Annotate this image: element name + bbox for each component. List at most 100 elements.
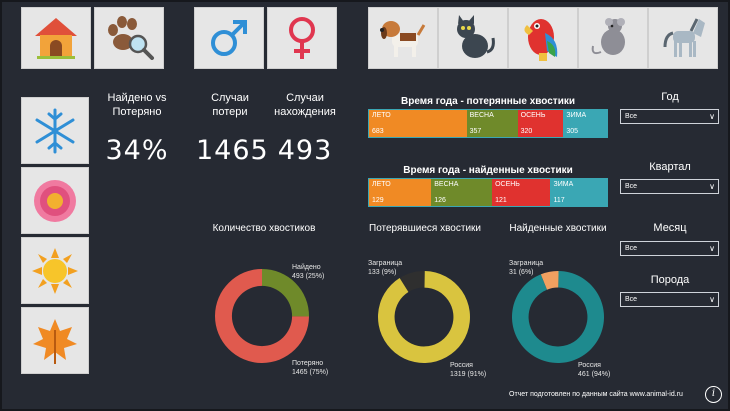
- cat-icon: [457, 15, 495, 58]
- male-icon: [211, 20, 247, 56]
- found-vs-lost-value: 34%: [105, 135, 169, 166]
- chevron-down-icon: ∨: [709, 112, 715, 121]
- count-lost-value: 1465 (75%): [292, 369, 329, 376]
- parrot-filter-tile[interactable]: [508, 7, 578, 69]
- month-filter-label: Месяц: [653, 222, 687, 234]
- doghouse-icon: [35, 18, 77, 59]
- found-russia-label: Россия 461 (94%): [578, 361, 610, 379]
- segment-value: 117: [553, 197, 565, 204]
- found-donut-chart: [512, 271, 604, 363]
- found-seasons-bar: ЛЕТО 129 ВЕСНА 126 ОСЕНЬ 121 ЗИМА 117: [368, 178, 608, 207]
- quarter-select-value: Все: [625, 183, 638, 190]
- month-select-value: Все: [625, 245, 638, 252]
- horse-filter-tile[interactable]: [648, 7, 718, 69]
- found-cases-value: 493: [277, 135, 333, 166]
- lost-seasons-bar: ЛЕТО 683 ВЕСНА 357 ОСЕНЬ 320 ЗИМА 305: [368, 109, 608, 138]
- segment-value: 126: [434, 197, 446, 204]
- found_seasons-segment-лето[interactable]: ЛЕТО 129: [369, 179, 432, 206]
- segment-value: 121: [495, 197, 507, 204]
- found-vs-lost-label: Найдено vs Потеряно: [107, 92, 167, 118]
- lost-seasons-title: Время года - потерянные хвостики: [400, 96, 576, 107]
- found-russia-name: Россия: [578, 362, 601, 369]
- found-seasons-title: Время года - найденные хвостики: [403, 165, 573, 176]
- quarter-select[interactable]: Все ∨: [620, 179, 719, 194]
- found-abroad-label: Заграница 31 (6%): [509, 259, 543, 277]
- lost-russia-value: 1319 (91%): [450, 371, 487, 378]
- segment-name: ЗИМА: [553, 181, 574, 188]
- info-icon[interactable]: i: [705, 386, 722, 403]
- autumn-filter-tile[interactable]: [21, 307, 89, 374]
- autumn-leaf-icon: [33, 318, 77, 364]
- breed-select-value: Все: [625, 296, 638, 303]
- segment-value: 320: [520, 128, 533, 135]
- spring-filter-tile[interactable]: [21, 167, 89, 234]
- dog-icon: [380, 21, 426, 57]
- segment-name: ОСЕНЬ: [495, 181, 520, 188]
- lost-abroad-name: Заграница: [368, 260, 403, 267]
- lost_seasons-segment-весна[interactable]: ВЕСНА 357: [466, 110, 518, 137]
- lost_seasons-segment-зима[interactable]: ЗИМА 305: [563, 110, 607, 137]
- count-donut-title: Количество хвостиков: [212, 223, 316, 234]
- segment-value: 683: [372, 128, 384, 135]
- lost_seasons-segment-лето[interactable]: ЛЕТО 683: [369, 110, 467, 137]
- segment-name: ЛЕТО: [372, 181, 391, 188]
- segment-name: ЗИМА: [566, 112, 587, 119]
- count-found-label: Найдено 493 (25%): [292, 263, 324, 281]
- count-found-name: Найдено: [292, 264, 321, 271]
- lost-abroad-label: Заграница 133 (9%): [368, 259, 402, 277]
- lost-cases-value: 1465: [196, 135, 269, 166]
- segment-value: 305: [566, 128, 579, 135]
- count-lost-name: Потеряно: [292, 360, 324, 367]
- segment-name: ВЕСНА: [434, 181, 459, 188]
- rat-filter-tile[interactable]: [578, 7, 648, 69]
- male-filter-tile[interactable]: [194, 7, 264, 69]
- segment-value: 129: [372, 197, 384, 204]
- chevron-down-icon: ∨: [709, 295, 715, 304]
- paw-search-tile[interactable]: [94, 7, 164, 69]
- segment-name: ОСЕНЬ: [520, 112, 546, 119]
- found-russia-value: 461 (94%): [578, 371, 611, 378]
- lost_seasons-segment-осень[interactable]: ОСЕНЬ 320: [517, 110, 564, 137]
- paw-search-icon: [108, 16, 154, 60]
- found-donut-title: Найденные хвостики: [509, 223, 607, 234]
- sun-icon: [32, 247, 78, 294]
- segment-name: ЛЕТО: [372, 112, 391, 119]
- found-abroad-name: Заграница: [509, 260, 544, 267]
- lost-cases-label: Случаи потери: [211, 92, 249, 118]
- count-donut-chart: [214, 269, 309, 363]
- segment-name: ВЕСНА: [469, 112, 494, 119]
- count-found-value: 493 (25%): [292, 273, 325, 280]
- found-cases-label: Случаи нахождения: [274, 92, 336, 118]
- year-select[interactable]: Все ∨: [620, 109, 719, 124]
- found_seasons-segment-зима[interactable]: ЗИМА 117: [550, 179, 607, 206]
- found_seasons-segment-осень[interactable]: ОСЕНЬ 121: [492, 179, 551, 206]
- found-abroad-value: 31 (6%): [509, 269, 534, 276]
- quarter-filter-label: Квартал: [649, 161, 691, 173]
- year-filter-label: Год: [661, 91, 679, 103]
- doghouse-tile[interactable]: [21, 7, 91, 69]
- lost-russia-name: Россия: [450, 362, 473, 369]
- chevron-down-icon: ∨: [709, 182, 715, 191]
- female-icon: [289, 17, 315, 59]
- breed-filter-label: Порода: [650, 274, 690, 286]
- chevron-down-icon: ∨: [709, 244, 715, 253]
- found_seasons-segment-весна[interactable]: ВЕСНА 126: [431, 179, 493, 206]
- rat-icon: [591, 18, 625, 55]
- parrot-icon: [524, 19, 558, 61]
- snowflake-icon: [35, 108, 75, 153]
- horse-icon: [663, 18, 705, 57]
- female-filter-tile[interactable]: [267, 7, 337, 69]
- winter-filter-tile[interactable]: [21, 97, 89, 164]
- month-select[interactable]: Все ∨: [620, 241, 719, 256]
- year-select-value: Все: [625, 113, 638, 120]
- footer-source-text: Отчет подготовлен по данным сайта www.an…: [509, 391, 683, 398]
- flower-icon: [34, 179, 76, 222]
- cat-filter-tile[interactable]: [438, 7, 508, 69]
- lost-donut-title: Потерявшиеся хвостики: [369, 223, 481, 234]
- lost-donut-chart: [378, 271, 470, 363]
- count-lost-label: Потеряно 1465 (75%): [292, 359, 328, 377]
- summer-filter-tile[interactable]: [21, 237, 89, 304]
- breed-select[interactable]: Все ∨: [620, 292, 719, 307]
- dog-filter-tile[interactable]: [368, 7, 438, 69]
- lost-abroad-value: 133 (9%): [368, 269, 397, 276]
